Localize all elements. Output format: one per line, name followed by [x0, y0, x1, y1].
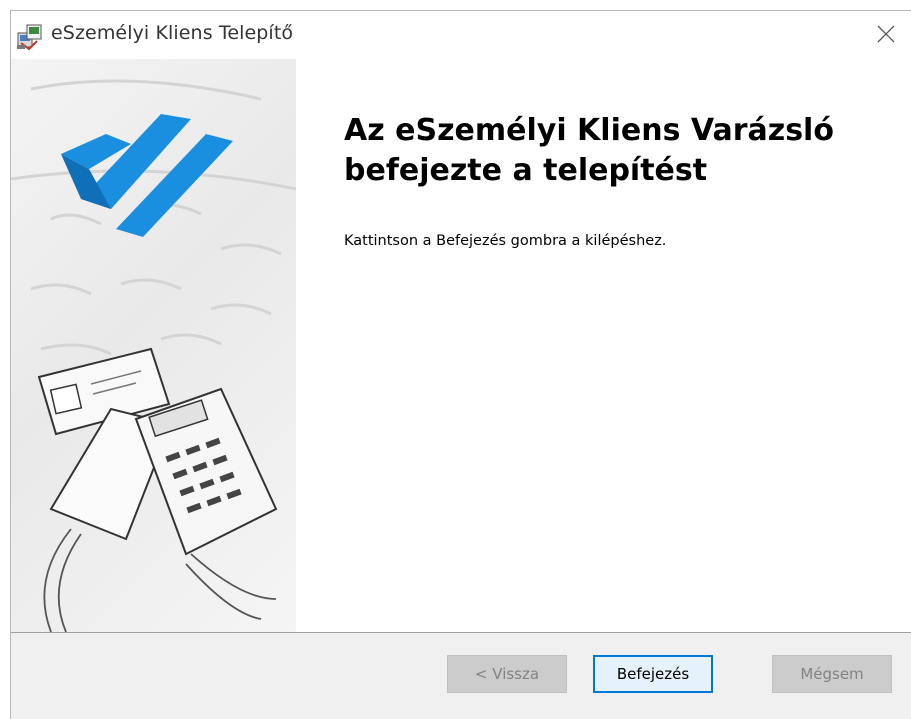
finish-button[interactable]: Befejezés [593, 655, 713, 693]
close-icon[interactable] [873, 21, 899, 47]
content-area: Az eSzemélyi Kliens Varázsló befejezte a… [296, 59, 911, 632]
title-bar: eSzemélyi Kliens Telepítő [11, 11, 911, 59]
installer-icon [17, 24, 42, 51]
banner-illustration [11, 79, 296, 632]
button-bar: < Vissza Befejezés Mégsem [11, 633, 911, 719]
side-banner-image [11, 59, 296, 632]
window-title: eSzemélyi Kliens Telepítő [51, 22, 294, 44]
back-button[interactable]: < Vissza [447, 655, 567, 693]
title-line-1: Az eSzemélyi Kliens Varázsló [344, 113, 834, 148]
installer-window: eSzemélyi Kliens Telepítő Az eSzemélyi K… [10, 10, 911, 719]
title-line-2: befejezte a telepítést [344, 153, 708, 188]
instruction-text: Kattintson a Befejezés gombra a kilépésh… [344, 233, 667, 249]
page-title: Az eSzemélyi Kliens Varázsló befejezte a… [344, 111, 904, 191]
cancel-button[interactable]: Mégsem [772, 655, 892, 693]
